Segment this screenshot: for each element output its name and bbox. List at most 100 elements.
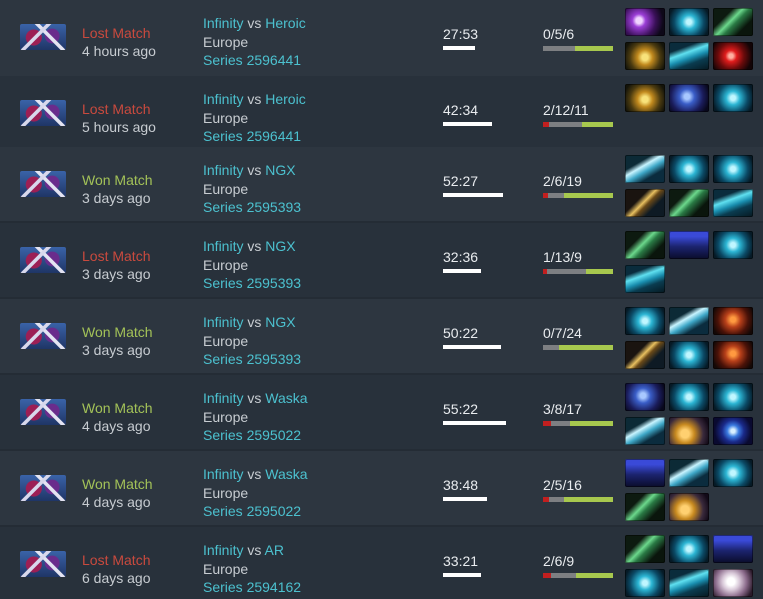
green-blade-item-icon[interactable] (625, 535, 665, 563)
hero-portrait-icon[interactable] (20, 399, 66, 425)
red-armor-item-icon[interactable] (713, 341, 753, 369)
cyan-skull-item-icon[interactable] (713, 155, 753, 183)
team-b-link[interactable]: NGX (265, 162, 295, 178)
red-armor-item-icon[interactable] (713, 307, 753, 335)
series-link[interactable]: Series 2595022 (203, 427, 301, 443)
cyan-skull-item-icon[interactable] (713, 459, 753, 487)
series-link[interactable]: Series 2595393 (203, 199, 301, 215)
series-link[interactable]: Series 2596441 (203, 128, 301, 144)
match-time-ago: 3 days ago (82, 266, 151, 282)
blue-cloak-item-icon[interactable] (625, 459, 665, 487)
hero-portrait-icon[interactable] (20, 323, 66, 349)
frost-axe-item-icon[interactable] (625, 155, 665, 183)
match-kda: 2/6/19 (543, 173, 582, 189)
team-b-link[interactable]: Waska (265, 466, 307, 482)
team-b-link[interactable]: Waska (265, 390, 307, 406)
cyan-skull-item-icon[interactable] (625, 569, 665, 597)
gold-relic-item-icon[interactable] (625, 42, 665, 70)
team-b-link[interactable]: NGX (265, 314, 295, 330)
team-a-link[interactable]: Infinity (203, 15, 243, 31)
cyan-skull-item-icon[interactable] (669, 383, 709, 411)
green-blade-item-icon[interactable] (625, 231, 665, 259)
match-row[interactable]: Won Match 3 days ago Infinity vs NGX Europe… (0, 147, 763, 221)
cyan-skull-item-icon[interactable] (713, 231, 753, 259)
cyan-skull-item-icon[interactable] (625, 307, 665, 335)
match-row[interactable]: Won Match 4 days ago Infinity vs Waska Euro… (0, 375, 763, 449)
series-link[interactable]: Series 2596441 (203, 52, 301, 68)
match-duration: 55:22 (443, 401, 479, 417)
gold-staff-item-icon[interactable] (625, 341, 665, 369)
blue-orb-item-icon[interactable] (713, 417, 753, 445)
green-blade-item-icon[interactable] (625, 493, 665, 521)
match-region: Europe (203, 110, 249, 126)
team-a-link[interactable]: Infinity (203, 238, 243, 254)
team-b-link[interactable]: AR (264, 542, 283, 558)
match-kda: 1/13/9 (543, 249, 582, 265)
kda-bar (543, 193, 613, 198)
purple-orb-item-icon[interactable] (625, 8, 665, 36)
kda-assists-segment (564, 193, 613, 198)
series-link[interactable]: Series 2595393 (203, 275, 301, 291)
gold-relic-item-icon[interactable] (625, 84, 665, 112)
frost-wave-item-icon[interactable] (625, 265, 665, 293)
cyan-skull-item-icon[interactable] (713, 84, 753, 112)
match-row[interactable]: Won Match 4 days ago Infinity vs Waska Euro… (0, 451, 763, 525)
hero-portrait-icon[interactable] (20, 171, 66, 197)
team-a-link[interactable]: Infinity (203, 91, 243, 107)
gold-gourd-item-icon[interactable] (669, 493, 709, 521)
match-row[interactable]: Lost Match 3 days ago Infinity vs NGX Europ… (0, 223, 763, 297)
blue-scepter-item-icon[interactable] (625, 383, 665, 411)
kda-assists-segment (576, 573, 613, 578)
duration-bar (443, 122, 492, 126)
frost-wave-item-icon[interactable] (669, 42, 709, 70)
team-a-link[interactable]: Infinity (203, 162, 243, 178)
series-link[interactable]: Series 2595393 (203, 351, 301, 367)
frost-axe-item-icon[interactable] (669, 307, 709, 335)
green-blade-item-icon[interactable] (713, 8, 753, 36)
frost-wave-item-icon[interactable] (669, 569, 709, 597)
match-row[interactable]: Lost Match 4 hours ago Infinity vs Heroic E… (0, 0, 763, 76)
team-b-link[interactable]: Heroic (265, 91, 305, 107)
gold-gourd-item-icon[interactable] (669, 417, 709, 445)
cyan-skull-item-icon[interactable] (669, 341, 709, 369)
frost-axe-item-icon[interactable] (625, 417, 665, 445)
gold-staff-item-icon[interactable] (625, 189, 665, 217)
frost-axe-item-icon[interactable] (669, 459, 709, 487)
hero-portrait-icon[interactable] (20, 551, 66, 577)
duration-bar (443, 269, 481, 273)
cyan-skull-item-icon[interactable] (713, 383, 753, 411)
series-link[interactable]: Series 2594162 (203, 579, 301, 595)
kda-bar (543, 122, 613, 127)
team-a-link[interactable]: Infinity (203, 314, 243, 330)
frost-wave-item-icon[interactable] (713, 189, 753, 217)
team-b-link[interactable]: Heroic (265, 15, 305, 31)
hero-portrait-icon[interactable] (20, 475, 66, 501)
blue-cloak-item-icon[interactable] (713, 535, 753, 563)
match-row[interactable]: Lost Match 6 days ago Infinity vs AR Europe… (0, 527, 763, 599)
hero-portrait-icon[interactable] (20, 100, 66, 126)
green-blade-item-icon[interactable] (669, 189, 709, 217)
match-time-ago: 4 days ago (82, 494, 151, 510)
kda-kills-segment (543, 573, 551, 578)
hero-portrait-icon[interactable] (20, 24, 66, 50)
team-a-link[interactable]: Infinity (203, 542, 243, 558)
kda-assists-segment (586, 269, 613, 274)
pearl-item-icon[interactable] (713, 569, 753, 597)
match-history-list: Lost Match 4 hours ago Infinity vs Heroic E… (0, 0, 763, 599)
hero-portrait-icon[interactable] (20, 247, 66, 273)
cyan-skull-item-icon[interactable] (669, 535, 709, 563)
match-duration: 27:53 (443, 26, 479, 42)
team-a-link[interactable]: Infinity (203, 466, 243, 482)
cyan-skull-item-icon[interactable] (669, 8, 709, 36)
match-teams: Infinity vs Heroic (203, 15, 306, 31)
red-sphere-item-icon[interactable] (713, 42, 753, 70)
match-row[interactable]: Won Match 3 days ago Infinity vs NGX Europe… (0, 299, 763, 373)
blue-cloak-item-icon[interactable] (669, 231, 709, 259)
blue-scepter-item-icon[interactable] (669, 84, 709, 112)
match-row[interactable]: Lost Match 5 hours ago Infinity vs Heroic E… (0, 76, 763, 150)
series-link[interactable]: Series 2595022 (203, 503, 301, 519)
cyan-skull-item-icon[interactable] (669, 155, 709, 183)
team-b-link[interactable]: NGX (265, 238, 295, 254)
match-result: Won Match (82, 324, 153, 340)
team-a-link[interactable]: Infinity (203, 390, 243, 406)
